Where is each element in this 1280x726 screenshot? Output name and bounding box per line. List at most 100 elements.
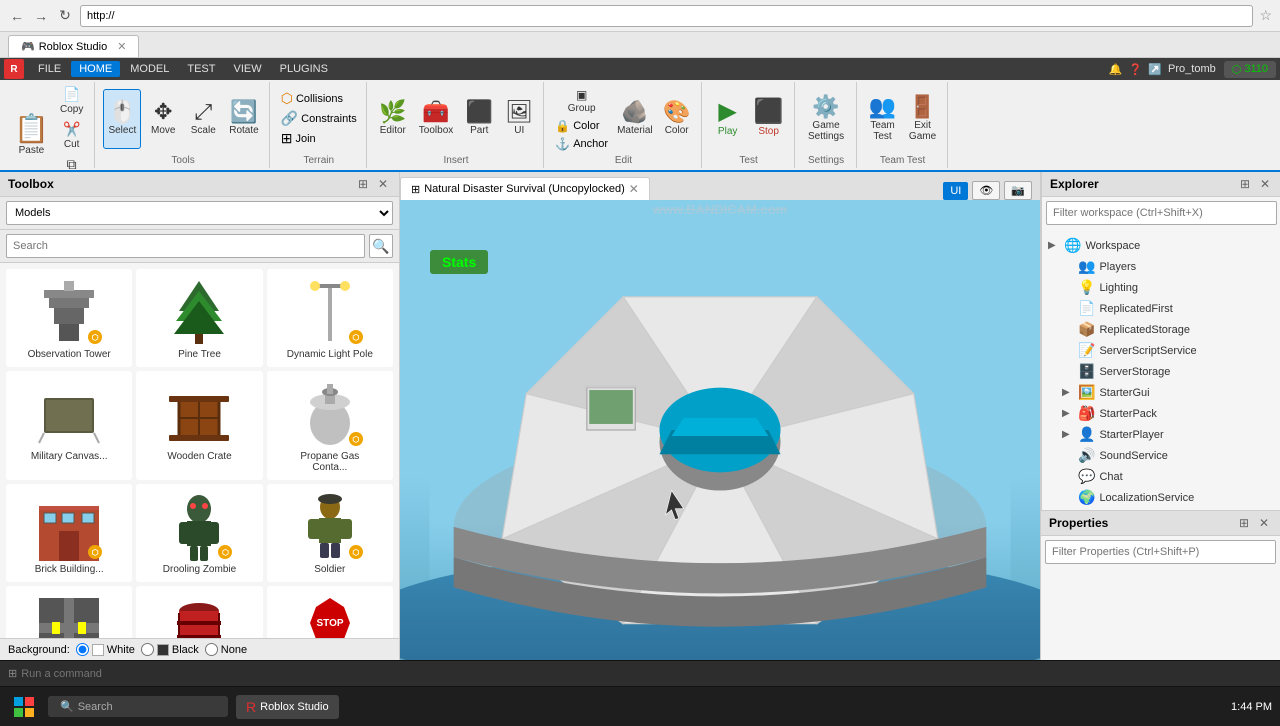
menu-item-home[interactable]: HOME [71, 61, 120, 77]
profile-area[interactable]: 🔔❓↗️ Pro_tomb [1109, 63, 1216, 76]
camera-btn[interactable]: 📷 [1004, 181, 1032, 200]
explorer-item-sound-service[interactable]: 🔊 SoundService [1042, 445, 1280, 466]
explorer-item-workspace[interactable]: ▶ 🌐 Workspace [1042, 235, 1280, 256]
viewport[interactable]: ⊞ Natural Disaster Survival (Uncopylocke… [400, 172, 1040, 660]
cut-button[interactable]: ✂️ Cut [55, 119, 89, 152]
test-label: Test [739, 153, 757, 166]
team-test-button[interactable]: 👥 TeamTest [865, 89, 901, 149]
bg-none-option[interactable]: None [205, 643, 247, 656]
toolbox-item-observation-tower[interactable]: ⬡ Observation Tower [6, 269, 132, 367]
game-settings-button[interactable]: ⚙️ GameSettings [804, 89, 848, 149]
constraints-check[interactable]: 🔗 Constraints [278, 109, 360, 128]
properties-close-btn[interactable]: ✕ [1256, 515, 1272, 531]
cut-label: Cut [64, 139, 80, 150]
taskbar-search[interactable]: 🔍Search [48, 696, 228, 717]
editor-icon: 🌿 [379, 101, 406, 123]
menu-item-test[interactable]: TEST [179, 61, 223, 77]
replicated-first-label: ReplicatedFirst [1099, 303, 1172, 315]
copy-button[interactable]: 📄 Copy [55, 84, 89, 117]
move-button[interactable]: ✥ Move [145, 89, 181, 149]
robux-display: ⬡ 3110 [1224, 61, 1276, 78]
explorer-panel: Explorer ⊞ ✕ ▶ 🌐 Workspace [1041, 172, 1280, 510]
explorer-item-starter-pack[interactable]: ▶ 🎒 StarterPack [1042, 403, 1280, 424]
paste-button[interactable]: 📋 Paste [10, 102, 53, 170]
toolbox-dock-btn[interactable]: ⊞ [355, 176, 371, 192]
toolbox-item-military-canvas[interactable]: Military Canvas... [6, 371, 132, 480]
background-controls: Background: White Black None [0, 638, 399, 660]
explorer-filter[interactable] [1046, 201, 1277, 225]
properties-filter[interactable] [1045, 540, 1276, 564]
explorer-dock-btn[interactable]: ⊞ [1237, 176, 1253, 192]
properties-dock-btn[interactable]: ⊞ [1236, 515, 1252, 531]
windows-start[interactable] [8, 691, 40, 723]
explorer-item-replicated-storage[interactable]: 📦 ReplicatedStorage [1042, 319, 1280, 340]
explorer-item-starter-player[interactable]: ▶ 👤 StarterPlayer [1042, 424, 1280, 445]
back-btn[interactable]: ← [8, 7, 26, 25]
refresh-btn[interactable]: ↻ [56, 7, 74, 25]
search-button[interactable]: 🔍 [369, 234, 393, 258]
team-test-icon: 👥 [869, 96, 896, 118]
anchor-check[interactable]: ⚓ Anchor [552, 136, 611, 152]
svg-text:STOP: STOP [316, 618, 343, 629]
taskbar-roblox[interactable]: R Roblox Studio [236, 695, 339, 719]
explorer-item-replicated-first[interactable]: 📄 ReplicatedFirst [1042, 298, 1280, 319]
collisions-check[interactable]: ⬡ Collisions [278, 89, 360, 108]
ui-button[interactable]: 🖼 UI [501, 89, 537, 149]
play-button[interactable]: ▶ Play [710, 89, 746, 149]
toolbox-close-btn[interactable]: ✕ [375, 176, 391, 192]
search-input[interactable] [6, 234, 365, 258]
part-icon: ⬛ [466, 101, 493, 123]
toolbox-item-light-pole[interactable]: ⬡ Dynamic Light Pole [267, 269, 393, 367]
exit-game-button[interactable]: 🚪 ExitGame [905, 89, 941, 149]
toolbox-button[interactable]: 🧰 Toolbox [415, 89, 457, 149]
viewport-tab[interactable]: ⊞ Natural Disaster Survival (Uncopylocke… [400, 177, 650, 200]
explorer-item-localization[interactable]: 🌍 LocalizationService [1042, 487, 1280, 508]
edit-group: ▣ Group 🔒 Color ⚓ Anchor 🪨 [546, 82, 701, 168]
toolbox-item-drooling-zombie[interactable]: ⬡ Drooling Zombie [136, 484, 262, 582]
explorer-item-players[interactable]: 👥 Players [1042, 256, 1280, 277]
rotate-button[interactable]: 🔄 Rotate [225, 89, 262, 149]
ui-mode-btn[interactable]: UI [943, 182, 968, 200]
select-button[interactable]: 🖱️ Select [103, 89, 141, 149]
bg-white-option[interactable]: White [76, 643, 135, 656]
menu-item-plugins[interactable]: PLUGINS [272, 61, 336, 77]
editor-button[interactable]: 🌿 Editor [375, 89, 411, 149]
duplicate-icon: ⧉ [67, 156, 77, 173]
toolbox-item-exploding-barrel[interactable]: ⬡ Exploding Barrel [136, 586, 262, 638]
explorer-item-lighting[interactable]: 💡 Lighting [1042, 277, 1280, 298]
explorer-item-server-storage[interactable]: 🗄️ ServerStorage [1042, 361, 1280, 382]
join-check[interactable]: ⊞ Join [278, 129, 360, 148]
part-button[interactable]: ⬛ Part [461, 89, 497, 149]
toolbox-item-city-streets[interactable]: [Road] City Streets... [6, 586, 132, 638]
command-input[interactable] [21, 668, 1272, 680]
tab-close[interactable]: ✕ [117, 40, 126, 53]
explorer-item-chat[interactable]: 💬 Chat [1042, 466, 1280, 487]
category-select[interactable]: Models [6, 201, 393, 225]
menu-item-file[interactable]: FILE [30, 61, 69, 77]
explorer-close-btn[interactable]: ✕ [1257, 176, 1273, 192]
toolbox-item-wooden-crate[interactable]: Wooden Crate [136, 371, 262, 480]
bg-black-option[interactable]: Black [141, 643, 199, 656]
toolbox-item-propane[interactable]: ⬡ Propane Gas Conta... [267, 371, 393, 480]
stop-button[interactable]: ⬛ Stop [750, 89, 788, 149]
3d-scene[interactable]: www.BANDICAM.com Stats [400, 200, 1040, 660]
lock-check[interactable]: 🔒 Color [552, 118, 611, 134]
explorer-item-starter-gui[interactable]: ▶ 🖼️ StarterGui [1042, 382, 1280, 403]
explorer-item-server-script[interactable]: 📝 ServerScriptService [1042, 340, 1280, 361]
toolbox-item-brick-building[interactable]: ⬡ Brick Building... [6, 484, 132, 582]
forward-btn[interactable]: → [32, 7, 50, 25]
menu-item-model[interactable]: MODEL [122, 61, 177, 77]
viewport-tab-close[interactable]: ✕ [629, 182, 639, 196]
url-bar[interactable] [80, 5, 1253, 27]
properties-content [1041, 536, 1280, 572]
toolbox-item-soldier[interactable]: ⬡ Soldier [267, 484, 393, 582]
material-button[interactable]: 🪨 Material [613, 89, 657, 149]
browser-tab[interactable]: 🎮 Roblox Studio ✕ [8, 35, 139, 57]
eye-btn[interactable]: 👁 [972, 181, 1000, 200]
group-button[interactable]: ▣ Group [552, 86, 611, 116]
color-button[interactable]: 🎨 Color [659, 89, 695, 149]
toolbox-item-pine-tree[interactable]: Pine Tree [136, 269, 262, 367]
menu-item-view[interactable]: VIEW [225, 61, 269, 77]
scale-button[interactable]: ⤢ Scale [185, 89, 221, 149]
toolbox-item-stop-sign[interactable]: STOP ⬡ Stop Sign [267, 586, 393, 638]
